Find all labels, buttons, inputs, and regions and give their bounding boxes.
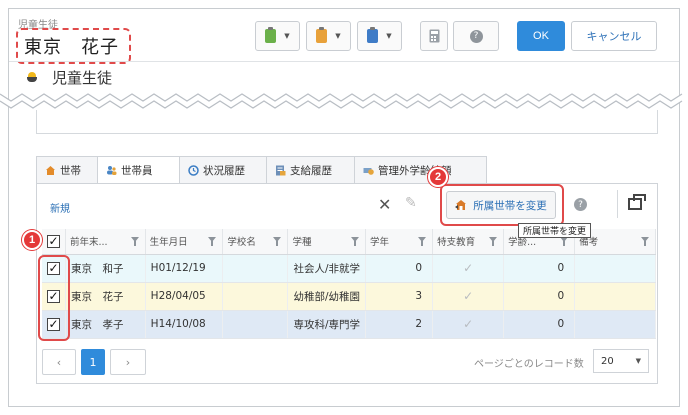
column-header[interactable]: 学校名 — [222, 229, 289, 255]
filter-icon — [351, 237, 360, 246]
cell-school — [222, 282, 289, 311]
toolbar-separator — [617, 190, 618, 218]
page-title: 児童生徒 — [52, 69, 113, 87]
prev-page-button[interactable]: ‹ — [42, 349, 76, 375]
clock-icon — [188, 164, 199, 176]
tooltip: 所属世帯を変更 — [518, 223, 592, 238]
tab-label: 支給履歴 — [290, 164, 332, 177]
next-page-button[interactable]: › — [110, 349, 146, 375]
cell-birthdate: H14/10/08 — [145, 310, 224, 339]
money-icon — [363, 167, 374, 175]
column-header[interactable]: 生年月日 — [145, 229, 224, 255]
open-window-icon[interactable] — [628, 194, 646, 210]
delete-icon[interactable]: ✕ — [378, 195, 391, 214]
select-all-cell[interactable]: ✓ — [42, 229, 66, 255]
cell-name: 東京 和子 — [65, 254, 146, 283]
highlight-outline — [440, 184, 564, 226]
cell-school — [222, 254, 289, 283]
cancel-button[interactable]: キャンセル — [571, 21, 657, 51]
cell-school — [222, 310, 289, 339]
clipboard-icon — [265, 27, 277, 43]
cell-amount: 0 — [503, 254, 576, 283]
filter-icon — [418, 237, 427, 246]
filter-icon — [273, 237, 282, 246]
page-1-button[interactable]: 1 — [81, 349, 105, 375]
column-header[interactable]: 特支教育 — [432, 229, 505, 255]
check-icon: ✓ — [463, 317, 474, 331]
cell-name: 東京 孝子 — [65, 310, 146, 339]
clipboard-icon — [316, 27, 328, 43]
help-icon: ? — [469, 29, 483, 43]
details-panel — [36, 110, 658, 134]
tab-payment-history[interactable]: 支給履歴 — [267, 156, 355, 184]
cell-amount: 0 — [503, 282, 576, 311]
help-button[interactable]: ? — [453, 21, 499, 51]
cell-name: 東京 花子 — [65, 282, 146, 311]
per-page-value: 20 — [601, 355, 614, 367]
student-icon — [26, 71, 38, 84]
check-icon: ✓ — [463, 289, 474, 303]
chevron-down-icon: ▼ — [635, 357, 641, 365]
cell-note — [574, 282, 656, 311]
orange-clipboard-dropdown[interactable]: ▼ — [306, 21, 351, 51]
ok-button[interactable]: OK — [517, 21, 565, 51]
calculator-button[interactable] — [420, 21, 448, 51]
record-name: 東京 花子 — [16, 28, 131, 64]
per-page-label: ページごとのレコード数 — [474, 359, 584, 370]
tab-unmanaged-school-age[interactable]: 管理外学齢給額 — [355, 156, 487, 184]
attachment-icon[interactable]: ✎ — [405, 195, 417, 211]
step-badge-1: 1 — [22, 230, 42, 250]
cell-note — [574, 254, 656, 283]
tab-household-members[interactable]: 世帯員 — [98, 156, 180, 184]
check-icon: ✓ — [463, 261, 474, 275]
column-header[interactable]: 学年 — [365, 229, 434, 255]
chevron-down-icon: ▼ — [284, 32, 290, 40]
cell-grade: 3 — [365, 282, 434, 311]
column-header[interactable]: 前年末... — [65, 229, 146, 255]
cell-birthdate: H01/12/19 — [145, 254, 224, 283]
help-icon[interactable]: ? — [574, 198, 587, 211]
green-clipboard-dropdown[interactable]: ▼ — [255, 21, 300, 51]
cell-grade: 0 — [365, 254, 434, 283]
calculator-icon — [429, 29, 439, 43]
household-members-table: ✓ 前年末... 生年月日 学校名 学種 学年 特支教育 学齢... 備考 ✓ … — [42, 229, 656, 339]
filter-icon — [489, 237, 498, 246]
chevron-down-icon: ▼ — [335, 32, 341, 40]
filter-icon — [641, 237, 649, 246]
tab-label: 世帯員 — [121, 164, 153, 177]
per-page-select[interactable]: 20 ▼ — [593, 349, 649, 373]
step-badge-2: 2 — [428, 167, 448, 187]
home-icon — [46, 165, 55, 175]
blue-clipboard-dropdown[interactable]: ▼ — [357, 21, 402, 51]
select-all-checkbox[interactable]: ✓ — [47, 234, 60, 248]
cell-school-type: 専攻科/専門学 — [287, 310, 367, 339]
people-icon — [107, 165, 117, 175]
table-row[interactable]: ✓ 東京 花子 H28/04/05 幼稚部/幼稚園 3 ✓ 0 — [42, 282, 656, 311]
filter-icon — [130, 237, 139, 246]
cell-note — [574, 310, 656, 339]
tab-label: 世帯 — [60, 164, 81, 177]
tab-bar: 世帯 世帯員 状況履歴 支給履歴 管理外学齢給額 — [36, 156, 487, 184]
table-row[interactable]: ✓ 東京 孝子 H14/10/08 専攻科/専門学 2 ✓ 0 — [42, 310, 656, 339]
clipboard-icon — [367, 27, 379, 43]
filter-icon — [208, 237, 217, 246]
cell-birthdate: H28/04/05 — [145, 282, 224, 311]
chevron-down-icon: ▼ — [386, 32, 392, 40]
divider — [9, 61, 679, 62]
cell-school-type: 幼稚部/幼稚園 — [287, 282, 367, 311]
cell-amount: 0 — [503, 310, 576, 339]
tab-status-history[interactable]: 状況履歴 — [180, 156, 267, 184]
new-link[interactable]: 新規 — [50, 200, 70, 215]
tab-household[interactable]: 世帯 — [36, 156, 98, 184]
table-row[interactable]: ✓ 東京 和子 H01/12/19 社会人/非就学 0 ✓ 0 — [42, 254, 656, 283]
torn-edge-divider — [0, 93, 683, 109]
cell-grade: 2 — [365, 310, 434, 339]
page-title-row: 児童生徒 — [26, 67, 112, 88]
highlight-outline — [38, 255, 70, 341]
tab-label: 状況履歴 — [203, 164, 245, 177]
document-icon — [276, 165, 286, 175]
column-header[interactable]: 学種 — [287, 229, 367, 255]
cell-school-type: 社会人/非就学 — [287, 254, 367, 283]
